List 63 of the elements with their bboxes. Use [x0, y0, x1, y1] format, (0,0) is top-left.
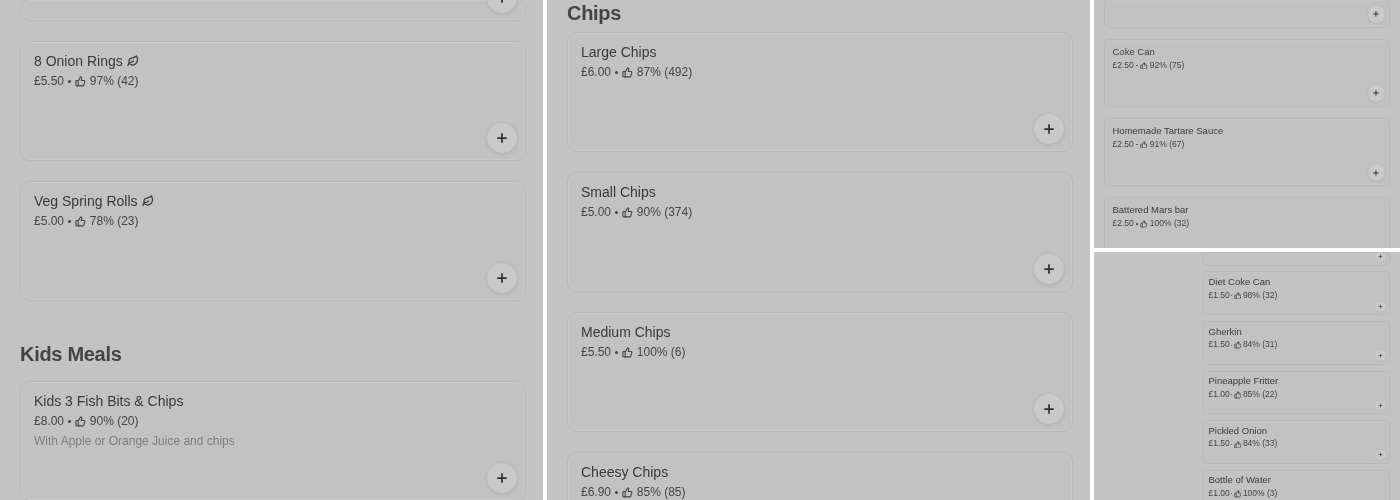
item-name: Diet Coke Can: [1208, 275, 1271, 289]
item-name: Small Chips: [581, 183, 656, 202]
section-heading: Chips: [567, 1, 623, 26]
item-name: Veg Spring Rolls: [34, 192, 138, 211]
menu-item-card[interactable]: Pickled Onion £1.50 84% (33): [1202, 420, 1391, 464]
item-price: £1.50: [1208, 438, 1230, 451]
item-name: Homemade Tartare Sauce: [1112, 124, 1224, 138]
item-name: Bottle of Water: [1208, 474, 1271, 488]
menu-item-card[interactable]: Battered Mars bar £2.50 100% (32): [1104, 197, 1391, 248]
item-rating: 78% (23): [89, 212, 139, 230]
item-rating: 97% (42): [89, 72, 139, 90]
menu-item-card[interactable]: Cheesy Chips £6.90 85% (85): [567, 452, 1073, 500]
item-price: £1.00: [1208, 388, 1230, 401]
item-name: Gherkin: [1208, 325, 1242, 339]
item-rating: 100% (32): [1149, 217, 1190, 230]
item-rating: 100% (3): [1242, 488, 1278, 500]
item-price: £5.50: [581, 343, 612, 361]
menu-item-card[interactable]: Veg Spring Rolls £5.00 78% (23): [20, 181, 526, 301]
item-price: £1.50: [1208, 339, 1230, 351]
item-price: £5.00: [34, 212, 65, 230]
item-rating: 85% (22): [1242, 388, 1278, 401]
item-price: £5.00: [581, 203, 612, 221]
item-name: Medium Chips: [581, 323, 671, 342]
item-price: £2.50: [1112, 59, 1134, 72]
menu-item-card[interactable]: Pineapple Fritter £1.00 85% (22): [1202, 370, 1391, 415]
item-price: £2.50: [1112, 217, 1134, 230]
item-description: With Apple or Orange Juice and chips: [34, 432, 236, 450]
item-rating: 100% (6): [636, 343, 686, 361]
item-price: £2.50: [1112, 138, 1134, 151]
section-heading: Kids Meals: [20, 342, 123, 367]
item-name: Kids 3 Fish Bits & Chips: [34, 392, 184, 411]
item-name: Pineapple Fritter: [1208, 375, 1279, 389]
menu-item-card[interactable]: Small Chips £5.00 90% (374): [567, 172, 1073, 292]
menu-item-card[interactable]: Kids 3 Fish Bits & Chips £8.00 90% (20) With Apple or Orange Juice and chips: [20, 381, 526, 500]
item-price: £8.00: [34, 412, 65, 430]
item-rating: 92% (75): [1149, 59, 1185, 72]
item-rating: 84% (33): [1242, 438, 1278, 451]
item-name: Large Chips: [581, 43, 657, 62]
item-name: Battered Mars bar: [1112, 203, 1189, 217]
item-name: 8 Onion Rings: [34, 52, 123, 71]
item-rating: 84% (31): [1242, 339, 1278, 351]
item-price: £1.00: [1208, 488, 1230, 500]
item-rating: 91% (67): [1149, 138, 1185, 151]
item-rating: 90% (20): [89, 412, 139, 430]
item-price: £1.50: [1208, 289, 1230, 302]
item-price: £6.00: [581, 63, 612, 81]
item-rating: 87% (492): [636, 63, 693, 81]
item-price: £6.90: [581, 483, 612, 500]
item-name: Cheesy Chips: [581, 463, 669, 482]
item-name: Pickled Onion: [1208, 424, 1268, 438]
item-rating: 85% (85): [636, 483, 686, 500]
item-rating: 98% (32): [1242, 289, 1278, 302]
item-rating: 90% (374): [636, 203, 693, 221]
item-name: Coke Can: [1112, 45, 1155, 59]
item-price: £5.50: [34, 72, 65, 90]
menu-item-card[interactable]: Homemade Tartare Sauce £2.50 91% (67): [1104, 118, 1391, 186]
menu-item-card[interactable]: Diet Coke Can £1.50 98% (32): [1202, 271, 1391, 316]
menu-item-card[interactable]: 8 Onion Rings £5.50 97% (42): [20, 41, 526, 161]
menu-item-card[interactable]: Bottle of Water £1.00 100% (3): [1202, 469, 1391, 500]
menu-item-card[interactable]: Coke Can £2.50 92% (75): [1104, 39, 1391, 107]
menu-item-card[interactable]: Medium Chips £5.50 100% (6): [567, 312, 1073, 432]
menu-item-card[interactable]: Gherkin £1.50 84% (31): [1202, 320, 1391, 365]
menu-item-card[interactable]: Large Chips £6.00 87% (492): [567, 32, 1073, 152]
